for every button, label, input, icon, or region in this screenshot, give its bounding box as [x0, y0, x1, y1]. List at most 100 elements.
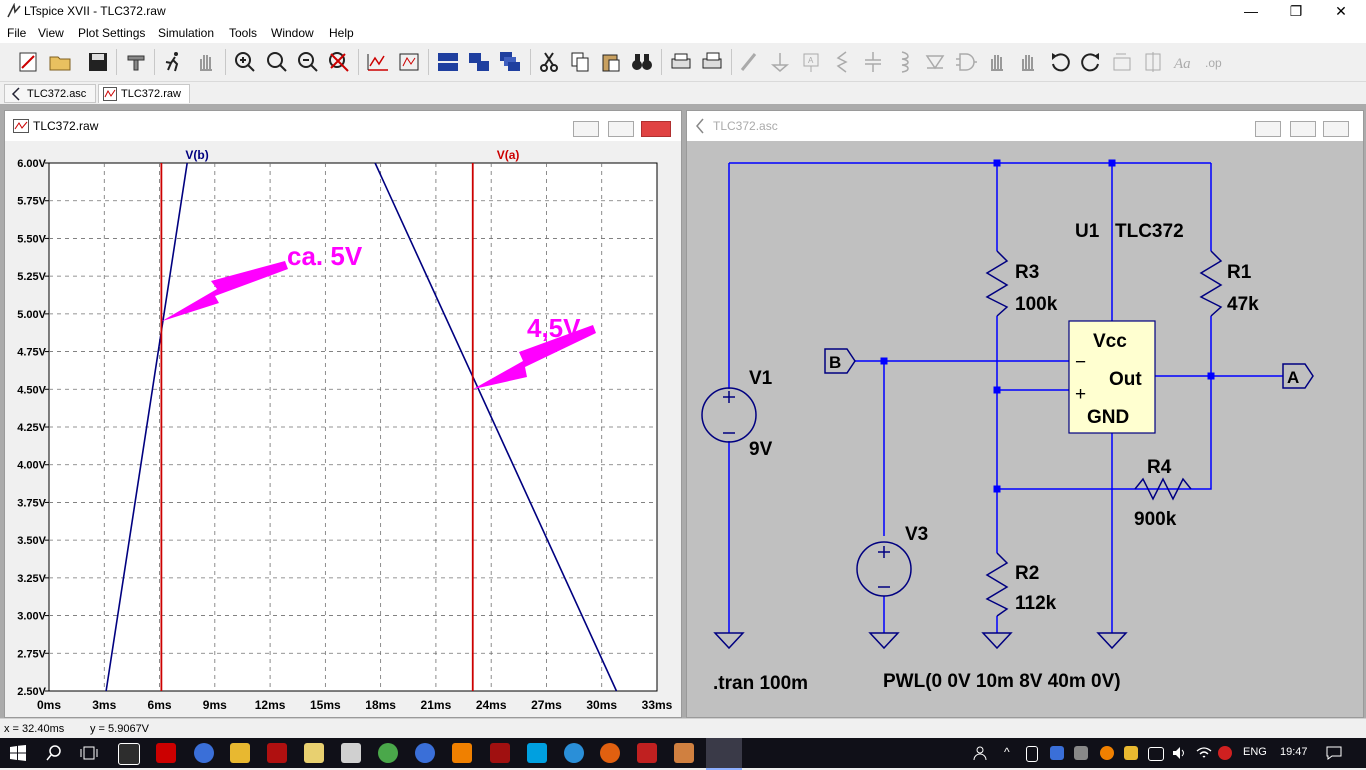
cut-icon[interactable]	[537, 50, 561, 74]
waveform-plot[interactable]: 0ms 3ms 6ms 9ms 12ms 15ms 18ms 21ms 24ms 27ms 30ms…	[5, 141, 681, 717]
tray-app-icon[interactable]	[1074, 746, 1088, 760]
text-tool-icon[interactable]: Aa	[1172, 50, 1196, 74]
minimize-button[interactable]: —	[1228, 0, 1274, 23]
menu-file[interactable]: File	[7, 26, 26, 40]
taskbar-app-icon[interactable]	[564, 743, 584, 763]
capacitor-tool-icon[interactable]	[861, 50, 885, 74]
tile-horizontal-icon[interactable]	[436, 50, 460, 74]
wifi-icon[interactable]	[1196, 746, 1212, 760]
schematic-minimize-button[interactable]	[1255, 121, 1281, 137]
firefox-icon[interactable]	[600, 743, 620, 763]
waveform-minimize-button[interactable]	[573, 121, 599, 137]
taskbar-app-icon[interactable]	[674, 743, 694, 763]
tab-schematic[interactable]: TLC372.asc	[4, 84, 96, 103]
tray-app-icon[interactable]	[1100, 746, 1114, 760]
diode-tool-icon[interactable]	[923, 50, 947, 74]
trace-label-vb[interactable]: V(b)	[185, 148, 208, 162]
mirror-icon[interactable]	[1141, 50, 1165, 74]
people-icon[interactable]	[972, 745, 988, 761]
open-folder-icon[interactable]	[48, 50, 72, 74]
taskbar-app-icon[interactable]	[378, 743, 398, 763]
redo-icon[interactable]	[1079, 50, 1103, 74]
zoom-fit-icon[interactable]	[327, 50, 351, 74]
x-tick-label: 27ms	[531, 698, 562, 712]
clock[interactable]: 19:47	[1280, 746, 1308, 758]
rotate-icon[interactable]	[1110, 50, 1134, 74]
manual-limits-icon[interactable]	[397, 50, 421, 74]
taskbar-app-icon[interactable]	[637, 743, 657, 763]
menu-window[interactable]: Window	[271, 26, 314, 40]
resistor-r3[interactable]	[985, 250, 1009, 317]
menu-plot-settings[interactable]: Plot Settings	[78, 26, 145, 40]
zoom-pan-icon[interactable]	[265, 50, 289, 74]
drag-hand-icon[interactable]	[1016, 50, 1040, 74]
ltspice-taskbar-button[interactable]	[706, 738, 742, 770]
zoom-out-icon[interactable]	[296, 50, 320, 74]
new-schematic-icon[interactable]	[16, 50, 40, 74]
resistor-r1[interactable]	[1199, 250, 1223, 317]
find-binoculars-icon[interactable]	[630, 50, 654, 74]
control-panel-icon[interactable]	[124, 50, 148, 74]
windows-start-icon[interactable]	[10, 745, 26, 761]
resistor-tool-icon[interactable]	[830, 50, 854, 74]
waveform-close-button[interactable]	[641, 121, 671, 137]
chevron-up-icon[interactable]: ^	[1004, 745, 1010, 759]
search-icon[interactable]	[46, 745, 62, 761]
spice-directive-icon[interactable]: .op	[1203, 50, 1227, 74]
taskbar-app-icon[interactable]	[415, 743, 435, 763]
schematic-restore-button[interactable]	[1290, 121, 1316, 137]
language-indicator[interactable]: ENG	[1243, 746, 1267, 758]
component-tool-icon[interactable]	[954, 50, 978, 74]
network-icon[interactable]	[1148, 747, 1164, 761]
halt-hand-icon[interactable]	[194, 50, 218, 74]
x-tick-label: 15ms	[310, 698, 341, 712]
tab-waveform[interactable]: TLC372.raw	[98, 84, 190, 103]
waveform-restore-button[interactable]	[608, 121, 634, 137]
junction	[1207, 372, 1215, 380]
task-view-icon[interactable]	[80, 745, 98, 761]
copy-icon[interactable]	[568, 50, 592, 74]
file-explorer-icon[interactable]	[230, 743, 250, 763]
ground-icon[interactable]	[768, 50, 792, 74]
menu-help[interactable]: Help	[329, 26, 354, 40]
volume-icon[interactable]	[1172, 746, 1188, 760]
print-setup-icon[interactable]	[700, 50, 724, 74]
tile-vertical-icon[interactable]	[467, 50, 491, 74]
run-icon[interactable]	[162, 50, 186, 74]
taskbar-app-icon[interactable]	[490, 743, 510, 763]
cascade-icon[interactable]	[498, 50, 522, 74]
menu-view[interactable]: View	[38, 26, 64, 40]
taskbar-app-icon[interactable]	[194, 743, 214, 763]
draw-wire-icon[interactable]	[737, 50, 761, 74]
zoom-in-icon[interactable]	[233, 50, 257, 74]
taskbar-app-icon[interactable]	[452, 743, 472, 763]
tray-app-icon[interactable]	[1218, 746, 1232, 760]
schematic-canvas[interactable]: U1 TLC372 R3 100k R1 47k R4 900k R2 112k…	[687, 141, 1363, 717]
move-hand-icon[interactable]	[985, 50, 1009, 74]
source-value-pwl[interactable]: PWL(0 0V 10m 8V 40m 0V)	[883, 671, 1121, 692]
taskbar-app-icon[interactable]	[156, 743, 176, 763]
undo-icon[interactable]	[1048, 50, 1072, 74]
print-icon[interactable]	[669, 50, 693, 74]
close-button[interactable]: ✕	[1318, 0, 1364, 23]
inductor-tool-icon[interactable]	[892, 50, 916, 74]
notepad-icon[interactable]	[304, 743, 324, 763]
taskbar-app-icon[interactable]	[118, 743, 140, 765]
skype-icon[interactable]	[527, 743, 547, 763]
calculator-icon[interactable]	[341, 743, 361, 763]
menu-tools[interactable]: Tools	[229, 26, 257, 40]
label-net-icon[interactable]: A	[799, 50, 823, 74]
resistor-r2[interactable]	[985, 552, 1009, 617]
trace-label-va[interactable]: V(a)	[497, 148, 520, 162]
tray-app-icon[interactable]	[1050, 746, 1064, 760]
maximize-button[interactable]: ❐	[1273, 0, 1319, 23]
paste-icon[interactable]	[599, 50, 623, 74]
schematic-close-button[interactable]	[1323, 121, 1349, 137]
menu-simulation[interactable]: Simulation	[158, 26, 214, 40]
spice-directive-tran[interactable]: .tran 100m	[713, 673, 808, 694]
taskbar-app-icon[interactable]	[267, 743, 287, 763]
save-icon[interactable]	[86, 50, 110, 74]
tray-app-icon[interactable]	[1124, 746, 1138, 760]
autorange-icon[interactable]	[366, 50, 390, 74]
notifications-icon[interactable]	[1326, 746, 1342, 760]
